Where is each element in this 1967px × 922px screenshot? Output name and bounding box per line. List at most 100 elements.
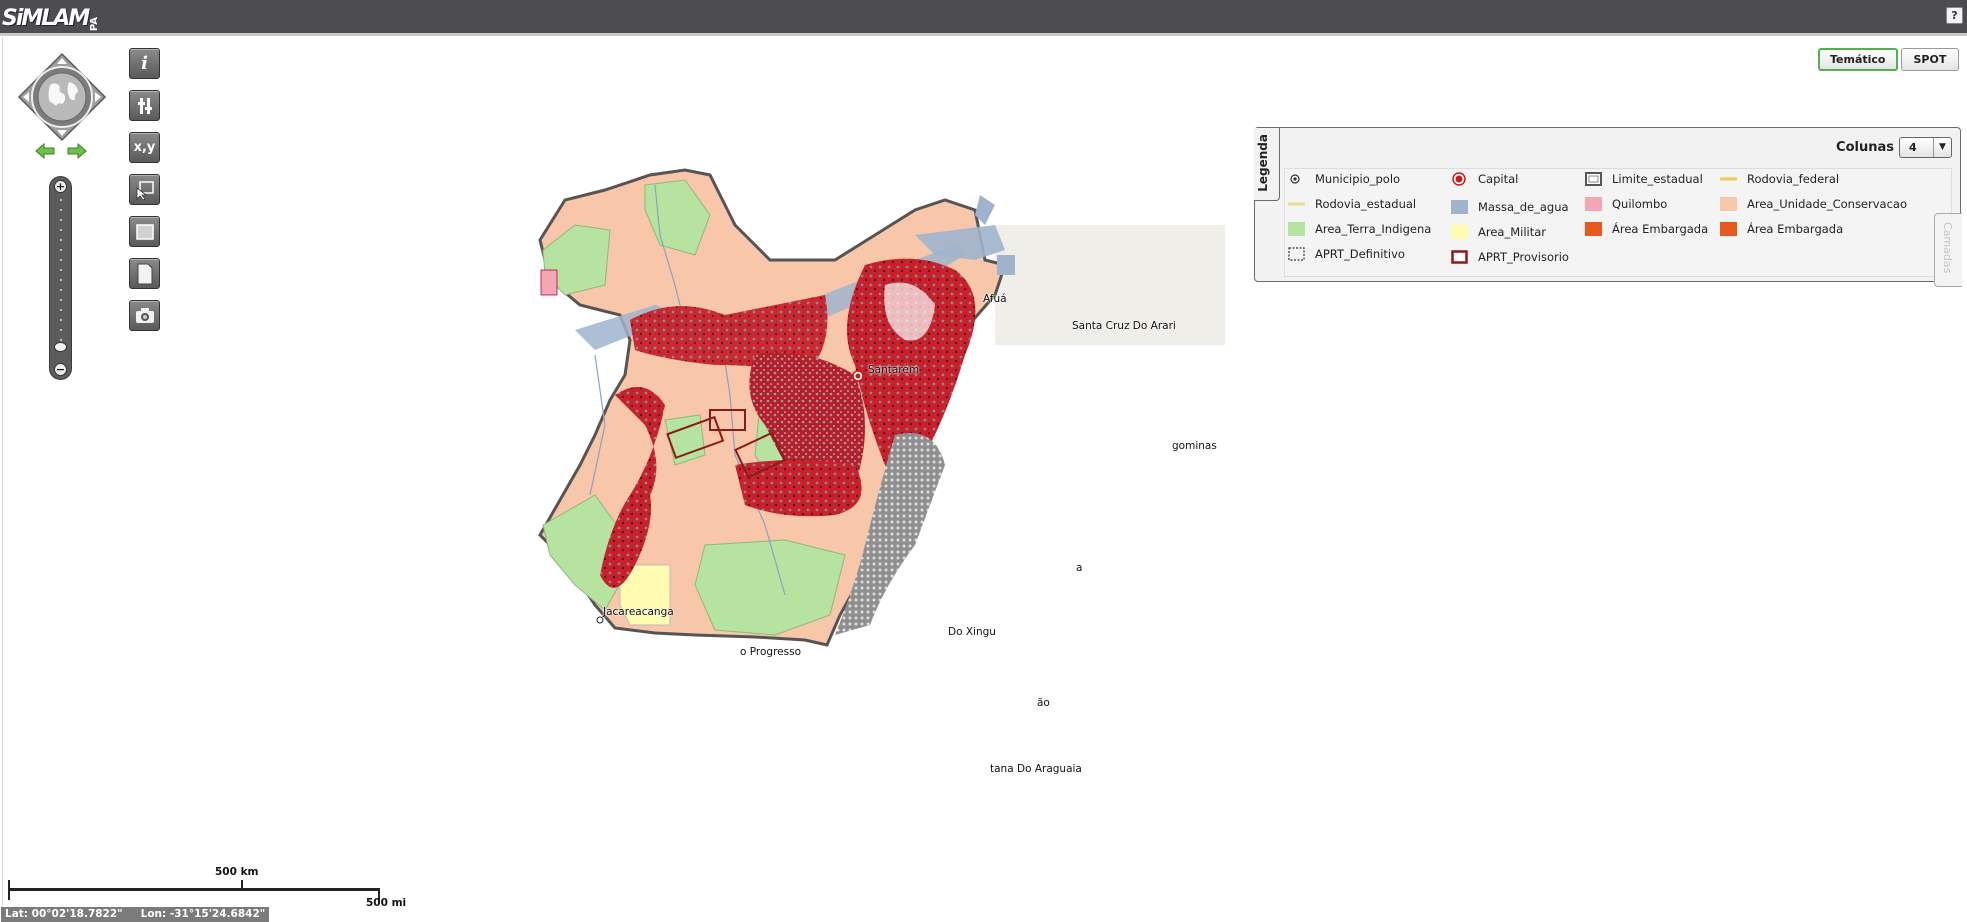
area-embargada-swatch [1585,222,1602,236]
coordinates-tool-button[interactable]: x,y [129,132,160,163]
tools-icon [137,97,152,114]
pointer-tool-button[interactable] [129,174,160,205]
zoom-out-button[interactable]: − [54,363,67,376]
map-label-afua: Afuá [983,293,1007,305]
xy-icon: x,y [133,140,156,155]
legend-item: APRT_Provisorio [1451,250,1569,264]
zoom-in-button[interactable]: + [54,180,67,193]
history-navigation [34,142,88,160]
spot-button[interactable]: SPOT [1900,48,1960,71]
legend-item-label: Área Embargada [1612,222,1709,236]
legend-item-label: Área Embargada [1747,222,1844,236]
legend-item-label: Area_Unidade_Conservacao [1747,197,1907,211]
legend-item-label: Limite_estadual [1612,172,1703,186]
legend-item: Rodovia_estadual [1288,197,1416,211]
legend-item: Área Embargada [1585,222,1708,236]
logo-main-text: SiMLAM [2,6,90,31]
rodovia-federal-icon [1720,177,1737,181]
legend-panel: Legenda Colunas 4 ▼ Municipio_polo Capit… [1254,127,1961,282]
pdf-export-button[interactable] [129,258,160,289]
embargo-cluster [735,460,862,517]
thematic-map[interactable] [535,165,1225,815]
massa-de-agua-swatch [1451,200,1468,214]
capital-marker-dot [855,373,861,379]
municipio-polo-icon [1290,174,1300,184]
scale-line [8,888,380,891]
legend-item-label: Capital [1478,172,1519,186]
legend-item: Municipio_polo [1288,172,1400,186]
map-label-redencao: ão [1037,697,1050,709]
camera-icon [135,307,154,323]
scale-tick [8,880,10,900]
latitude-readout: Lat: 00°02'18.7822" [5,908,123,920]
select-pointer-icon [136,180,154,201]
legend-item: Area_Terra_Indigena [1288,222,1431,236]
scale-bar [8,868,388,908]
chevron-down-icon[interactable]: ▼ [1933,138,1951,157]
legend-tab-label: Legenda [1256,134,1270,192]
help-button[interactable]: ? [1946,7,1963,24]
legend-item: Quilombo [1585,197,1667,211]
layers-tab-label: Camadas [1941,222,1954,274]
area-militar-swatch [1451,225,1468,239]
columns-label: Colunas [1836,140,1894,155]
legend-item: Area_Militar [1451,225,1546,239]
zoom-track[interactable] [60,199,62,359]
map-label-jacareacanga: Jacareacanga [603,606,674,618]
legend-items-grid: Municipio_polo Capital Limite_estadual R… [1284,168,1952,277]
legend-item: Area_Unidade_Conservacao [1720,197,1907,211]
legend-item-label: Municipio_polo [1315,172,1401,186]
legend-item-label: Rodovia_estadual [1315,197,1417,211]
screenshot-tool-button[interactable] [129,300,160,331]
logo-sub-text: PA [89,16,101,31]
legend-item: Rodovia_federal [1720,172,1839,186]
map-label-santarem: Santarém [868,364,920,376]
legend-item: Limite_estadual [1585,172,1703,186]
map-label-paragominas: gominas [1172,440,1217,452]
pan-compass-control[interactable] [17,52,107,142]
legend-item-label: Massa_de_agua [1478,200,1569,214]
legend-tab[interactable]: Legenda [1254,128,1280,201]
aprt-provisorio-icon [1451,250,1468,264]
map-label-partial: a [1076,562,1083,574]
legend-item-label: APRT_Definitivo [1315,247,1405,261]
zoom-slider[interactable]: + − [49,176,72,380]
settings-tool-button[interactable] [129,90,160,121]
coordinate-readout: Lat: 00°02'18.7822" Lon: -31°15'24.6842" [1,907,270,922]
columns-select[interactable]: 4 ▼ [1899,137,1952,158]
info-icon: i [141,53,148,74]
legend-item-label: Rodovia_federal [1747,172,1840,186]
scale-mi-label: 500 mi [366,897,407,909]
next-view-arrow-icon[interactable] [66,142,88,160]
columns-select-value: 4 [1909,141,1917,154]
extent-box-icon [135,223,154,240]
scale-tick [241,880,243,889]
terra-indigena-swatch [1288,222,1305,236]
legend-item: Massa_de_agua [1451,200,1569,214]
limite-estadual-icon [1585,172,1602,186]
legend-item-label: Quilombo [1612,197,1668,211]
legend-item: APRT_Definitivo [1288,247,1405,261]
layers-side-tab[interactable]: Camadas [1934,213,1962,287]
longitude-readout: Lon: -31°15'24.6842" [140,908,266,920]
legend-item-label: APRT_Provisorio [1478,250,1569,264]
map-label-sao-felix: Do Xingu [948,626,996,638]
toolbar-vertical: i x,y [129,48,160,331]
map-label-santa-cruz: Santa Cruz Do Arari [1072,320,1176,332]
zoom-handle[interactable] [54,342,67,352]
area-embargada-swatch [1720,222,1737,236]
map-label-novo-progresso: o Progresso [740,646,801,658]
legend-item: Capital [1451,172,1518,186]
unidade-conservacao-swatch [1720,197,1737,211]
top-header-bar: SiMLAM PA ? [0,0,1967,36]
capital-icon [1452,172,1466,186]
info-tool-button[interactable]: i [129,48,160,79]
previous-view-arrow-icon[interactable] [34,142,56,160]
quilombo-area [540,269,558,296]
rodovia-estadual-icon [1288,202,1305,206]
legend-item-label: Area_Terra_Indigena [1315,222,1432,236]
fullscreen-tool-button[interactable] [129,216,160,247]
quilombo-swatch [1585,197,1602,211]
tematico-button[interactable]: Temático [1818,48,1898,71]
legend-item-label: Area_Militar [1478,225,1547,239]
